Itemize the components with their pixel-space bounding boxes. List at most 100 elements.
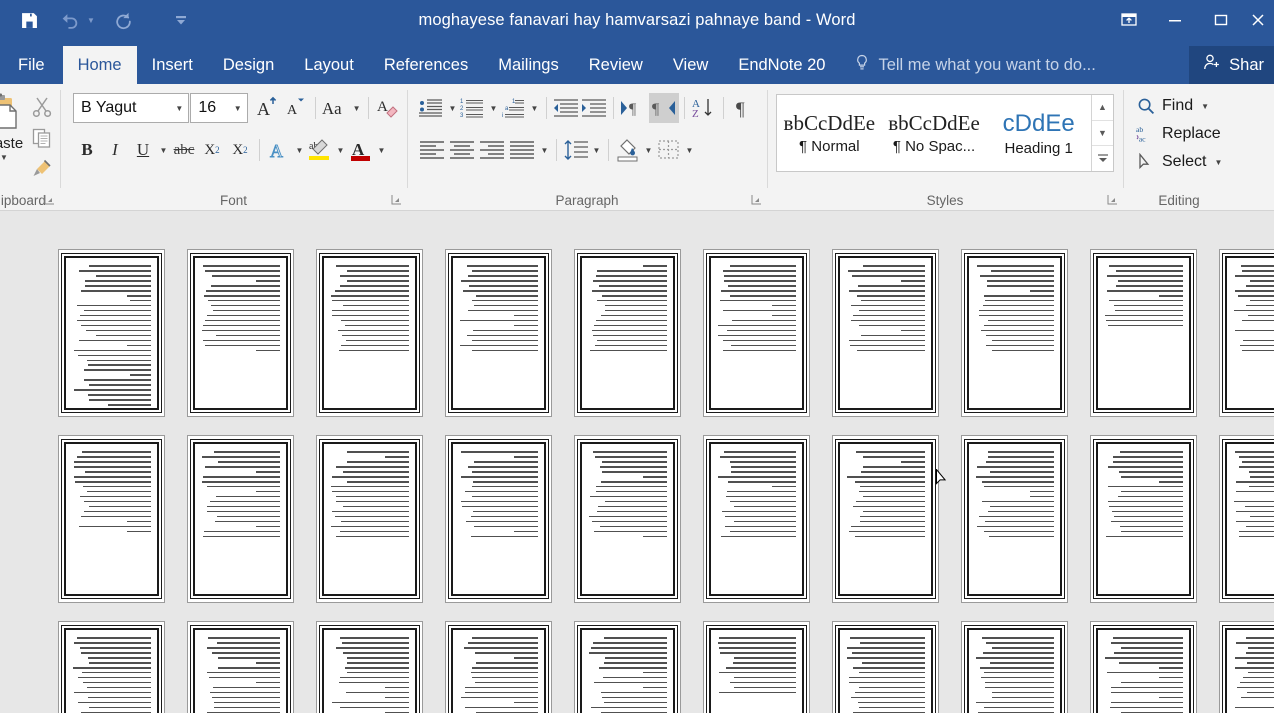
- ribbon-display-options-button[interactable]: [1106, 0, 1152, 40]
- cut-button[interactable]: [29, 94, 55, 120]
- style-heading-1[interactable]: cDdEe Heading 1: [986, 95, 1091, 171]
- copy-button[interactable]: [29, 125, 55, 151]
- share-button[interactable]: Shar: [1189, 46, 1274, 84]
- document-page-thumbnail[interactable]: [316, 249, 423, 417]
- rtl-text-direction-button[interactable]: ¶: [649, 93, 679, 123]
- font-dialog-launcher[interactable]: [391, 194, 403, 206]
- show-paragraph-marks-button[interactable]: ¶: [729, 93, 757, 123]
- shrink-font-button[interactable]: A: [282, 93, 310, 123]
- shading-caret[interactable]: ▼: [642, 135, 655, 165]
- document-page-thumbnail[interactable]: [1219, 621, 1274, 713]
- font-name-combo[interactable]: B Yagut ▼: [73, 93, 190, 123]
- undo-button[interactable]: [54, 5, 84, 35]
- restore-button[interactable]: [1198, 0, 1244, 40]
- font-color-button[interactable]: A: [347, 135, 375, 165]
- increase-indent-button[interactable]: [580, 93, 608, 123]
- style-normal[interactable]: ʙbCcDdEe ¶ Normal: [777, 95, 882, 171]
- styles-dialog-launcher[interactable]: [1107, 194, 1119, 206]
- document-page-thumbnail[interactable]: [1090, 621, 1197, 713]
- text-highlight-button[interactable]: ab: [306, 135, 334, 165]
- style-no-spacing[interactable]: ʙbCcDdEe ¶ No Spac...: [882, 95, 987, 171]
- document-page-thumbnail[interactable]: [445, 435, 552, 603]
- text-highlight-caret[interactable]: ▼: [334, 135, 347, 165]
- document-page-thumbnail[interactable]: [187, 435, 294, 603]
- document-page-thumbnail[interactable]: [1090, 435, 1197, 603]
- justify-caret[interactable]: ▼: [538, 135, 551, 165]
- sort-button[interactable]: AZ: [690, 93, 718, 123]
- document-page-thumbnail[interactable]: [961, 249, 1068, 417]
- document-page-thumbnail[interactable]: [1090, 249, 1197, 417]
- change-case-caret[interactable]: ▼: [350, 93, 363, 123]
- redo-button[interactable]: [108, 5, 138, 35]
- numbering-button[interactable]: 123: [459, 93, 487, 123]
- styles-scroll-up-button[interactable]: ▲: [1092, 95, 1113, 121]
- replace-button[interactable]: ab ac Replace: [1136, 121, 1230, 147]
- styles-scrollbar[interactable]: ▲ ▼: [1091, 95, 1113, 171]
- save-button[interactable]: [14, 5, 44, 35]
- paragraph-dialog-launcher[interactable]: [751, 194, 763, 206]
- document-page-thumbnail[interactable]: [961, 621, 1068, 713]
- line-spacing-button[interactable]: [562, 135, 590, 165]
- document-page-thumbnail[interactable]: [574, 435, 681, 603]
- bullets-button[interactable]: [418, 93, 446, 123]
- tab-layout[interactable]: Layout: [289, 46, 369, 84]
- styles-more-button[interactable]: [1092, 146, 1113, 171]
- bullets-caret[interactable]: ▼: [446, 93, 459, 123]
- align-right-button[interactable]: [478, 135, 508, 165]
- document-page-thumbnail[interactable]: [58, 435, 165, 603]
- document-page-thumbnail[interactable]: [703, 249, 810, 417]
- document-page-thumbnail[interactable]: [58, 249, 165, 417]
- document-page-thumbnail[interactable]: [1219, 435, 1274, 603]
- clear-formatting-button[interactable]: A: [374, 93, 402, 123]
- superscript-button[interactable]: X2: [226, 135, 254, 165]
- text-effects-button[interactable]: A: [265, 135, 293, 165]
- undo-dropdown-caret[interactable]: ▼: [84, 5, 98, 35]
- font-name-caret[interactable]: ▼: [170, 104, 188, 113]
- tab-home[interactable]: Home: [62, 46, 137, 84]
- document-page-thumbnail[interactable]: [961, 435, 1068, 603]
- styles-scroll-down-button[interactable]: ▼: [1092, 121, 1113, 147]
- document-page-thumbnail[interactable]: [832, 435, 939, 603]
- minimize-button[interactable]: [1152, 0, 1198, 40]
- font-size-combo[interactable]: 16 ▼: [190, 93, 248, 123]
- bold-button[interactable]: B: [73, 135, 101, 165]
- tab-file[interactable]: File: [0, 46, 63, 84]
- grow-font-button[interactable]: A: [254, 93, 282, 123]
- align-left-button[interactable]: [418, 135, 448, 165]
- tab-review[interactable]: Review: [574, 46, 658, 84]
- select-caret[interactable]: ▼: [1214, 158, 1222, 167]
- borders-caret[interactable]: ▼: [683, 135, 696, 165]
- tab-insert[interactable]: Insert: [137, 46, 208, 84]
- subscript-button[interactable]: X2: [198, 135, 226, 165]
- change-case-button[interactable]: Aa: [321, 93, 351, 123]
- document-canvas[interactable]: [0, 211, 1274, 713]
- document-page-thumbnail[interactable]: [832, 249, 939, 417]
- text-effects-caret[interactable]: ▼: [293, 135, 306, 165]
- tab-mailings[interactable]: Mailings: [483, 46, 574, 84]
- document-page-thumbnail[interactable]: [1219, 249, 1274, 417]
- tab-design[interactable]: Design: [208, 46, 289, 84]
- numbering-caret[interactable]: ▼: [487, 93, 500, 123]
- multilevel-list-button[interactable]: 1ai: [500, 93, 528, 123]
- borders-button[interactable]: [655, 135, 683, 165]
- format-painter-button[interactable]: [29, 156, 55, 182]
- strikethrough-button[interactable]: abc: [170, 135, 198, 165]
- select-button[interactable]: Select ▼: [1136, 149, 1230, 175]
- tell-me-search[interactable]: Tell me what you want to do...: [840, 46, 1105, 84]
- underline-caret[interactable]: ▼: [157, 135, 170, 165]
- document-page-thumbnail[interactable]: [574, 621, 681, 713]
- document-page-thumbnail[interactable]: [58, 621, 165, 713]
- find-button[interactable]: Find ▼: [1136, 93, 1230, 119]
- document-page-thumbnail[interactable]: [316, 435, 423, 603]
- font-color-caret[interactable]: ▼: [375, 135, 388, 165]
- find-caret[interactable]: ▼: [1201, 102, 1209, 111]
- document-page-thumbnail[interactable]: [574, 249, 681, 417]
- ltr-text-direction-button[interactable]: ¶: [619, 93, 649, 123]
- decrease-indent-button[interactable]: [552, 93, 580, 123]
- shading-button[interactable]: [614, 135, 642, 165]
- document-page-thumbnail[interactable]: [832, 621, 939, 713]
- close-button[interactable]: [1244, 0, 1274, 40]
- paste-dropdown-caret[interactable]: ▼: [0, 153, 8, 162]
- align-center-button[interactable]: [448, 135, 478, 165]
- line-spacing-caret[interactable]: ▼: [590, 135, 603, 165]
